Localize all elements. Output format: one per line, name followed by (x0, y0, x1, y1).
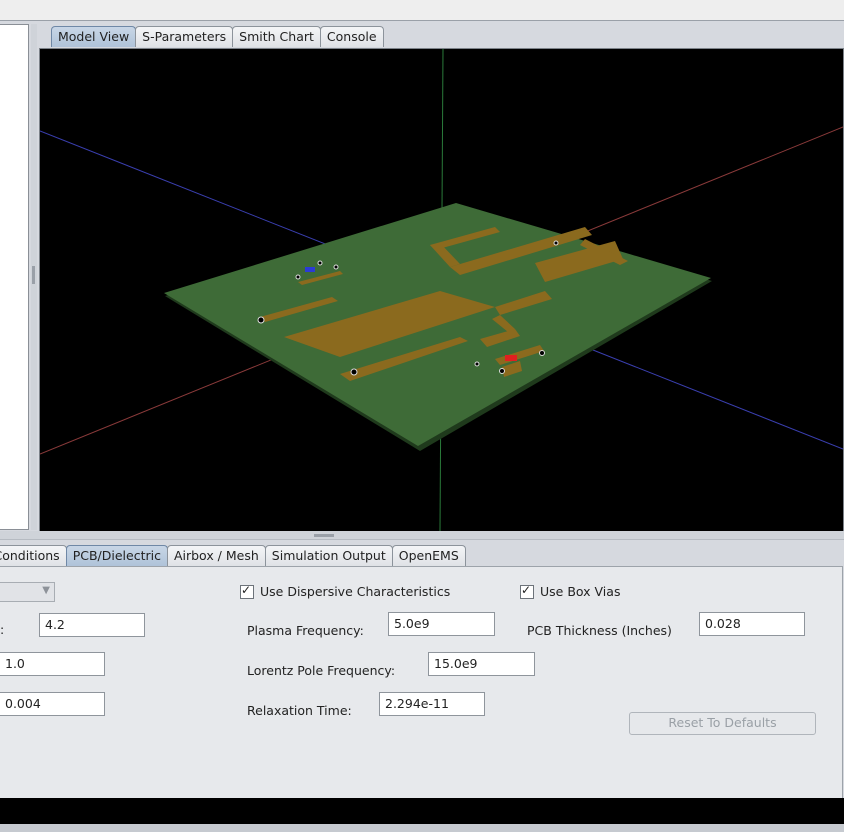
plasma-frequency-label: Plasma Frequency: (247, 623, 364, 638)
dielectric-constant-field[interactable]: 4.2 (39, 613, 145, 637)
tab-simulation-output[interactable]: Simulation Output (264, 545, 393, 566)
settings-tabs: ry Conditions PCB/Dielectric Airbox / Me… (0, 545, 466, 567)
tab-boundary-conditions[interactable]: ry Conditions (0, 545, 67, 566)
tab-smith-chart[interactable]: Smith Chart (232, 26, 321, 47)
pcb-dielectric-panel (0, 566, 843, 800)
loss-tangent-field[interactable]: 0.004 (0, 692, 105, 716)
use-box-vias-label: Use Box Vias (540, 584, 621, 599)
lorentz-pole-label: Lorentz Pole Frequency: (247, 663, 396, 678)
horizontal-splitter[interactable] (0, 531, 844, 540)
splitter-grip[interactable] (32, 266, 35, 284)
vertical-splitter[interactable] (31, 24, 37, 530)
port-blue-marker (305, 267, 315, 272)
status-console-bar (0, 798, 844, 824)
tab-pcb-dielectric[interactable]: PCB/Dielectric (65, 545, 168, 566)
tab-openems[interactable]: OpenEMS (391, 545, 466, 566)
window-top-bar (0, 0, 844, 21)
pcb-3d-render (40, 49, 843, 531)
dielectric-constant-label-fragment: : (0, 622, 5, 637)
pcb-thickness-field[interactable]: 0.028 (699, 612, 805, 636)
relaxation-time-label: Relaxation Time: (247, 703, 352, 718)
checkbox-checked-icon[interactable] (520, 583, 534, 599)
model-3d-viewport[interactable] (39, 48, 844, 532)
tab-airbox-mesh[interactable]: Airbox / Mesh (166, 545, 266, 566)
relaxation-time-field[interactable]: 2.294e-11 (379, 692, 485, 716)
material-combo[interactable]: ▼ (0, 582, 55, 602)
use-box-vias-checkbox[interactable]: Use Box Vias (520, 583, 621, 599)
use-dispersive-label: Use Dispersive Characteristics (260, 584, 451, 599)
pcb-thickness-label: PCB Thickness (Inches) (527, 623, 672, 638)
checkbox-checked-icon[interactable] (240, 583, 254, 599)
chevron-down-icon: ▼ (42, 585, 50, 596)
tab-s-parameters[interactable]: S-Parameters (135, 26, 234, 47)
window-bottom-strip (0, 824, 844, 832)
use-dispersive-checkbox[interactable]: Use Dispersive Characteristics (240, 583, 451, 599)
tab-model-view[interactable]: Model View (51, 26, 137, 47)
project-tree-panel[interactable] (0, 24, 29, 530)
permeability-field[interactable]: 1.0 (0, 652, 105, 676)
plasma-frequency-field[interactable]: 5.0e9 (388, 612, 495, 636)
reset-to-defaults-button[interactable]: Reset To Defaults (629, 712, 816, 735)
splitter-grip-h[interactable] (314, 534, 334, 537)
lorentz-pole-field[interactable]: 15.0e9 (428, 652, 535, 676)
tab-console[interactable]: Console (319, 26, 384, 47)
port-red-marker (505, 355, 517, 361)
view-tabs: Model View S-Parameters Smith Chart Cons… (51, 26, 384, 48)
